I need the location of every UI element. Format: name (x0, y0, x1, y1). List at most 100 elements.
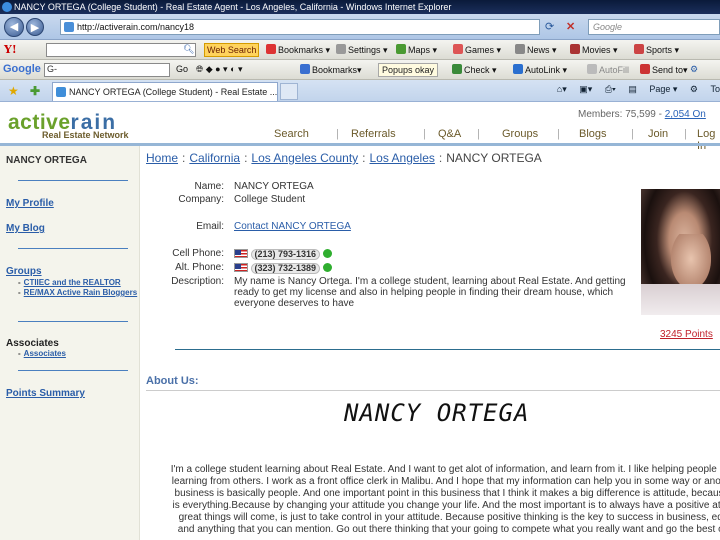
google-search-input[interactable]: G- (44, 63, 170, 77)
about-line: is everything.Because by changing your a… (172, 500, 720, 511)
browser-search-placeholder: Google (593, 22, 623, 32)
about-headline: NANCY ORTEGA (344, 399, 530, 427)
popups-button[interactable]: Popups okay (378, 63, 439, 77)
url-text: http://activerain.com/nancy18 (77, 22, 195, 32)
sendto-button[interactable]: Send to▾ (640, 64, 688, 76)
about-line: business is basically people. And one im… (174, 488, 720, 499)
sidebar-divider (18, 180, 128, 181)
cell-phone-number: (213) 793-1316 (250, 249, 321, 260)
go-button[interactable]: Go (176, 64, 188, 74)
browser-search-input[interactable]: Google (588, 19, 720, 35)
favorites-star-icon[interactable]: ★ (8, 84, 19, 98)
nav-separator: | (477, 128, 480, 140)
profile-sidebar: NANCY ORTEGA My Profile My Blog Groups -… (0, 146, 140, 540)
settings-wrench-icon[interactable]: ⚙ (690, 64, 698, 75)
add-favorites-icon[interactable]: ✚ (30, 84, 40, 98)
movies-menu[interactable]: Movies ▾ (570, 44, 618, 56)
yahoo-search-input[interactable] (46, 43, 196, 57)
email-label: Email: (196, 221, 224, 232)
google-bookmarks-menu[interactable]: Bookmarks▾ (300, 64, 362, 76)
nav-referrals[interactable]: Referrals (351, 128, 396, 140)
print-icon[interactable]: ⎙▾ (605, 84, 616, 94)
new-tab-button[interactable] (280, 83, 298, 100)
sidebar-username: NANCY ORTEGA (6, 155, 87, 166)
refresh-icon[interactable]: ⟳ (545, 20, 559, 34)
cell-phone-label: Cell Phone: (172, 248, 224, 259)
members-count: Members: 75,599 - 2,054 On (578, 109, 706, 120)
section-divider (175, 349, 720, 350)
yahoo-logo[interactable]: Y! (4, 43, 17, 56)
breadcrumb: Home: California: Los Angeles County: Los A… (146, 151, 542, 165)
check-icon (452, 64, 462, 74)
web-search-button[interactable]: Web Search (204, 43, 260, 57)
group-link-ctiiec[interactable]: - CTIIEC and the REALTOR (18, 278, 121, 287)
sidebar-item-points-summary[interactable]: Points Summary (6, 388, 85, 399)
nav-login[interactable]: Log In (697, 128, 720, 152)
back-button[interactable]: ◀ (4, 17, 24, 37)
photo-shoulder (641, 284, 720, 315)
company-label: Company: (178, 194, 224, 205)
call-icon[interactable] (322, 263, 332, 272)
games-menu[interactable]: Games ▾ (453, 44, 501, 56)
tab-active[interactable]: NANCY ORTEGA (College Student) - Real Es… (52, 82, 278, 101)
settings-menu[interactable]: Settings ▾ (336, 44, 388, 56)
nav-join[interactable]: Join (648, 128, 668, 140)
breadcrumb-state[interactable]: California (189, 151, 240, 165)
breadcrumb-city[interactable]: Los Angeles (370, 151, 435, 165)
nav-blogs[interactable]: Blogs (579, 128, 607, 140)
contact-link[interactable]: Contact NANCY ORTEGA (234, 221, 351, 232)
news-menu[interactable]: News ▾ (515, 44, 557, 56)
forward-button[interactable]: ▶ (26, 18, 44, 36)
google-logo[interactable]: Google (3, 63, 41, 75)
tools-menu[interactable]: ⚙ To (690, 84, 720, 94)
map-icon (396, 44, 406, 54)
cell-phone-widget[interactable]: (213) 793-1316 (234, 249, 332, 260)
search-icon[interactable]: 🔍︎ (183, 44, 194, 55)
nav-separator: | (631, 128, 634, 140)
breadcrumb-home[interactable]: Home (146, 151, 178, 165)
page-menu[interactable]: ▤ Page ▾ (628, 84, 677, 94)
stop-icon[interactable]: ✕ (566, 20, 575, 33)
sidebar-divider (18, 370, 128, 371)
window-title: NANCY ORTEGA (College Student) - Real Es… (14, 2, 452, 12)
description-text: My name is Nancy Ortega. I'm a college s… (234, 276, 626, 309)
group-link-remax[interactable]: - RE/MAX Active Rain Bloggers (18, 288, 137, 297)
settings-icon (336, 44, 346, 54)
toolbar-buttons-group[interactable]: 🌐︎ ◆ ● ▾ ◐ ▾ (196, 64, 243, 75)
nav-groups[interactable]: Groups (502, 128, 538, 140)
send-icon (640, 64, 650, 74)
home-icon[interactable]: ⌂▾ (557, 84, 567, 94)
breadcrumb-current: NANCY ORTEGA (446, 151, 542, 165)
autolink-icon (513, 64, 523, 74)
sidebar-associates-heading: Associates (6, 338, 59, 349)
bookmarks-menu[interactable]: Bookmarks ▾ (266, 44, 330, 56)
autofill-button[interactable]: AutoFill (587, 64, 629, 75)
news-icon (515, 44, 525, 54)
points-link[interactable]: 3245 Points (660, 329, 713, 340)
url-input[interactable]: http://activerain.com/nancy18 (60, 19, 540, 35)
spellcheck-button[interactable]: Check ▾ (452, 64, 497, 76)
members-online-link[interactable]: 2,054 On (665, 109, 706, 120)
sidebar-item-groups[interactable]: Groups (6, 266, 42, 277)
profile-photo[interactable] (641, 189, 720, 315)
us-flag-icon (234, 249, 248, 258)
sidebar-item-my-profile[interactable]: My Profile (6, 198, 54, 209)
maps-menu[interactable]: Maps ▾ (396, 44, 437, 56)
nav-separator: | (557, 128, 560, 140)
about-line: great things will come, is just to take … (178, 512, 720, 523)
autolink-button[interactable]: AutoLink ▾ (513, 64, 567, 76)
name-value: NANCY ORTEGA (234, 181, 314, 192)
breadcrumb-county[interactable]: Los Angeles County (251, 151, 358, 165)
alt-phone-widget[interactable]: (323) 732-1389 (234, 263, 332, 274)
sidebar-item-my-blog[interactable]: My Blog (6, 223, 45, 234)
associates-link[interactable]: - Associates (18, 349, 66, 358)
google-toolbar: Google G- Go 🌐︎ ◆ ● ▾ ◐ ▾ Bookmarks▾ Pop… (0, 60, 720, 80)
call-icon[interactable] (322, 249, 332, 258)
command-bar: ⌂▾ ▣▾ ⎙▾ ▤ Page ▾ ⚙ To (547, 84, 720, 95)
email-value: Contact NANCY ORTEGA (234, 221, 351, 232)
about-line: I'm a college student learning about Rea… (170, 464, 720, 475)
nav-search[interactable]: Search (274, 128, 309, 140)
sports-menu[interactable]: Sports ▾ (634, 44, 679, 56)
feeds-icon[interactable]: ▣▾ (579, 84, 592, 94)
nav-qa[interactable]: Q&A (438, 128, 461, 140)
